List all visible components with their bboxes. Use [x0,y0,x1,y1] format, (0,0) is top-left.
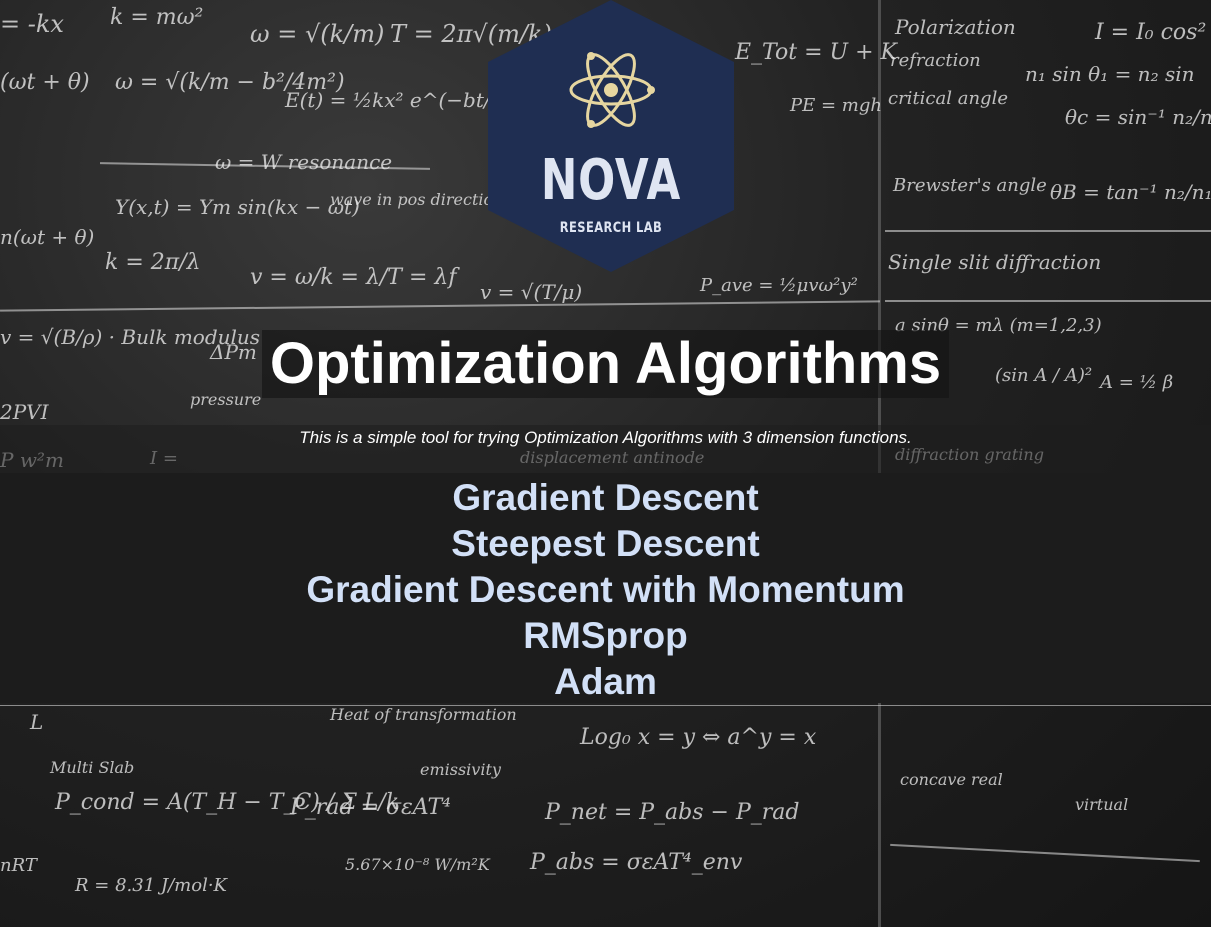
algorithm-link-adam[interactable]: Adam [554,661,657,702]
algorithm-item: Gradient Descent with Momentum [0,567,1211,613]
algorithm-link-steepest-descent[interactable]: Steepest Descent [451,523,759,564]
algorithm-item: Steepest Descent [0,521,1211,567]
algorithm-item: RMSprop [0,613,1211,659]
algorithm-link-gradient-descent-momentum[interactable]: Gradient Descent with Momentum [306,569,904,610]
page-title: Optimization Algorithms [261,330,950,398]
nova-research-lab-logo: NOVA RESEARCH LAB [486,0,736,272]
algorithm-list: Gradient Descent Steepest Descent Gradie… [0,473,1211,705]
algorithm-item: Adam [0,659,1211,705]
algorithm-link-rmsprop[interactable]: RMSprop [523,615,687,656]
atom-icon [569,52,655,128]
algorithm-panel: Gradient Descent Steepest Descent Gradie… [0,473,1211,703]
page-description: This is a simple tool for trying Optimiz… [299,428,912,447]
logo-subtitle: RESEARCH LAB [559,220,663,236]
title-band: Optimization Algorithms [0,330,1211,400]
description-band: This is a simple tool for trying Optimiz… [0,425,1211,473]
algorithm-link-gradient-descent[interactable]: Gradient Descent [452,477,758,518]
logo-name: NOVA [540,148,682,213]
algorithm-item: Gradient Descent [0,475,1211,521]
